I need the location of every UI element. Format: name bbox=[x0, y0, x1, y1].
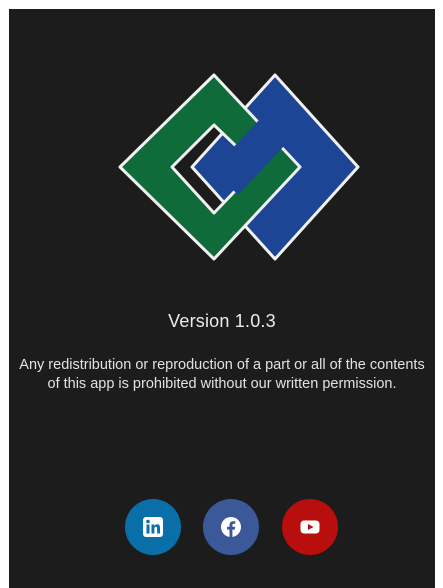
app-logo bbox=[118, 73, 360, 261]
youtube-icon bbox=[300, 520, 320, 534]
youtube-button[interactable] bbox=[282, 499, 338, 555]
linkedin-button[interactable] bbox=[125, 499, 181, 555]
facebook-button[interactable] bbox=[203, 499, 259, 555]
about-screen: Version 1.0.3 Any redistribution or repr… bbox=[9, 9, 435, 588]
copyright-notice: Any redistribution or reproduction of a … bbox=[19, 357, 425, 392]
facebook-icon bbox=[221, 517, 241, 537]
linkedin-icon bbox=[143, 517, 163, 537]
social-links bbox=[9, 499, 435, 555]
version-label: Version 1.0.3 bbox=[168, 311, 276, 331]
